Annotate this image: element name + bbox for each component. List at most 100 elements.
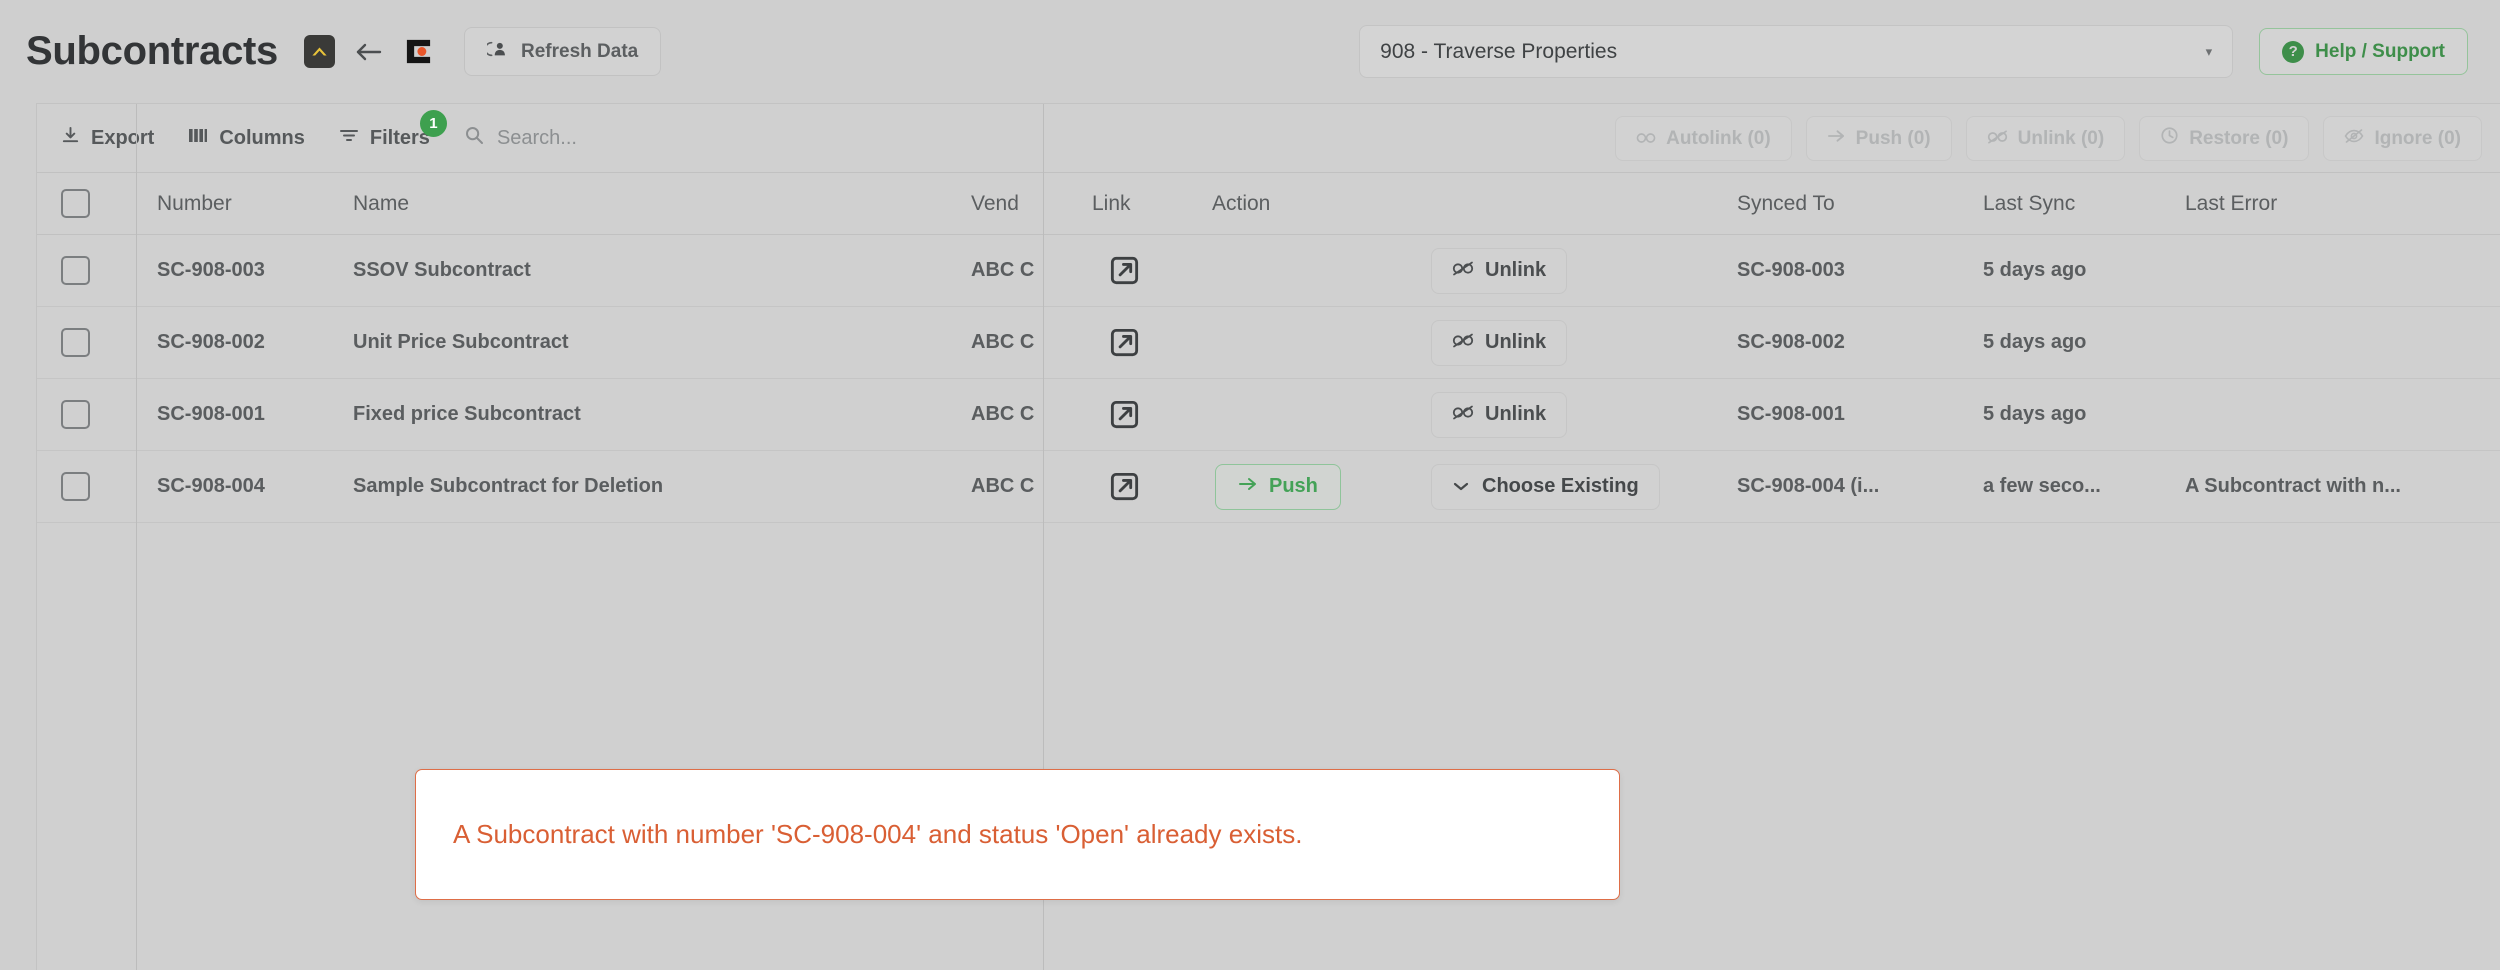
- cell-action: [1212, 379, 1412, 450]
- checkbox-box: [61, 328, 90, 357]
- unlink-row-label: Unlink: [1485, 403, 1547, 425]
- table-row[interactable]: SC-908-002 Unit Price Subcontract ABC C: [37, 307, 2500, 379]
- cell-last-error: [2185, 379, 2485, 450]
- autodesk-logo-icon[interactable]: [304, 35, 336, 68]
- table-row[interactable]: SC-908-003 SSOV Subcontract ABC C Unlink…: [37, 235, 2500, 307]
- search-input[interactable]: Search...: [464, 125, 577, 151]
- cell-last-error[interactable]: A Subcontract with n...: [2185, 451, 2495, 522]
- cell-synced-to: SC-908-003: [1737, 259, 1845, 281]
- restore-button[interactable]: Restore (0): [2139, 116, 2310, 161]
- push-row-button[interactable]: Push: [1215, 463, 1341, 510]
- column-header-blank[interactable]: [1431, 173, 1751, 234]
- arrow-left-icon[interactable]: [353, 38, 385, 66]
- column-header-number[interactable]: Number: [157, 173, 337, 234]
- cell-secondary-action: Unlink: [1431, 307, 1761, 378]
- row-checkbox[interactable]: [61, 235, 121, 306]
- cell-number: SC-908-004: [157, 475, 265, 497]
- unlink-row-button[interactable]: Unlink: [1431, 391, 1568, 438]
- unlink-bulk-button[interactable]: Unlink (0): [1965, 116, 2126, 161]
- refresh-people-icon: [484, 39, 509, 65]
- ignore-button[interactable]: Ignore (0): [2323, 116, 2482, 161]
- column-divider-checkbox: [136, 104, 137, 970]
- table-header-row: Number Name Vend Link Action Synced To L…: [37, 172, 2500, 235]
- broken-link-icon: [1452, 403, 1474, 426]
- search-icon: [464, 125, 484, 151]
- cell-vendor: ABC C: [971, 259, 1035, 281]
- external-link-icon[interactable]: [1109, 255, 1140, 286]
- cell-last-sync: 5 days ago: [1983, 331, 2087, 353]
- cell-action: [1212, 235, 1412, 306]
- link-chain-icon: [1636, 128, 1656, 150]
- cell-name: Fixed price Subcontract: [353, 403, 581, 425]
- help-support-button[interactable]: ? Help / Support: [2259, 28, 2468, 75]
- cell-link[interactable]: [1109, 307, 1169, 378]
- cell-last-error: [2185, 235, 2485, 306]
- eye-off-icon: [2344, 128, 2364, 150]
- external-link-icon[interactable]: [1109, 399, 1140, 430]
- columns-icon: [188, 127, 208, 150]
- cell-number: SC-908-003: [157, 259, 265, 281]
- filters-button[interactable]: Filters 1: [339, 109, 447, 150]
- autolink-label: Autolink (0): [1666, 127, 1771, 149]
- unlink-row-button[interactable]: Unlink: [1431, 247, 1568, 294]
- cell-vendor: ABC C: [971, 475, 1035, 497]
- grid-toolbar: Export Columns Filters 1 Search... Autol…: [37, 104, 2500, 172]
- cell-name: Sample Subcontract for Deletion: [353, 475, 664, 497]
- cell-link[interactable]: [1109, 235, 1169, 306]
- external-link-icon[interactable]: [1109, 327, 1140, 358]
- procore-logo-icon[interactable]: [403, 36, 434, 67]
- column-header-last-sync[interactable]: Last Sync: [1983, 173, 2183, 234]
- row-checkbox[interactable]: [61, 307, 121, 378]
- push-bulk-label: Push (0): [1855, 127, 1931, 149]
- checkbox-box: [61, 256, 90, 285]
- column-header-name[interactable]: Name: [353, 173, 993, 234]
- cell-synced-to: SC-908-004 (i...: [1737, 475, 1880, 497]
- column-header-last-error[interactable]: Last Error: [2185, 173, 2445, 234]
- table-row[interactable]: SC-908-004 Sample Subcontract for Deleti…: [37, 451, 2500, 523]
- autolink-button[interactable]: Autolink (0): [1615, 116, 1792, 161]
- choose-existing-label: Choose Existing: [1482, 475, 1639, 497]
- choose-existing-button[interactable]: Choose Existing: [1431, 463, 1660, 510]
- column-header-link[interactable]: Link: [1092, 173, 1202, 234]
- arrow-right-icon: [1238, 475, 1258, 498]
- select-all-checkbox[interactable]: [61, 173, 121, 234]
- filter-funnel-icon: [339, 127, 359, 150]
- row-checkbox[interactable]: [61, 379, 121, 450]
- column-header-action[interactable]: Action: [1212, 173, 1412, 234]
- external-link-icon[interactable]: [1109, 471, 1140, 502]
- unlink-row-button[interactable]: Unlink: [1431, 319, 1568, 366]
- push-row-label: Push: [1269, 475, 1318, 497]
- top-header: Subcontracts Refresh Data 908 - Traverse…: [0, 0, 2500, 103]
- project-select[interactable]: 908 - Traverse Properties ▾: [1359, 25, 2234, 78]
- unlink-row-label: Unlink: [1485, 331, 1547, 353]
- question-mark-icon: ?: [2282, 40, 2305, 63]
- cell-secondary-action: Unlink: [1431, 379, 1761, 450]
- cell-last-sync: a few seco...: [1983, 475, 2101, 497]
- cell-link[interactable]: [1109, 379, 1169, 450]
- table-row[interactable]: SC-908-001 Fixed price Subcontract ABC C: [37, 379, 2500, 451]
- bulk-action-buttons: Autolink (0) Push (0) Unlink (0) Restore…: [1615, 116, 2482, 161]
- push-bulk-button[interactable]: Push (0): [1805, 116, 1952, 161]
- chevron-down-icon: ▾: [2205, 43, 2213, 59]
- export-button[interactable]: Export: [61, 126, 154, 151]
- column-header-synced-to[interactable]: Synced To: [1737, 173, 1967, 234]
- error-message-tooltip: A Subcontract with number 'SC-908-004' a…: [415, 769, 1620, 900]
- cell-synced-to: SC-908-001: [1737, 403, 1845, 425]
- column-header-vendor[interactable]: Vend: [971, 173, 1043, 234]
- columns-button[interactable]: Columns: [188, 127, 305, 150]
- project-select-value: 908 - Traverse Properties: [1380, 39, 1618, 63]
- cell-last-error: [2185, 307, 2485, 378]
- checkbox-box: [61, 189, 90, 218]
- search-placeholder: Search...: [496, 126, 577, 149]
- integration-icons: [304, 35, 434, 68]
- checkbox-box: [61, 400, 90, 429]
- help-support-label: Help / Support: [2315, 40, 2445, 62]
- cell-link[interactable]: [1109, 451, 1169, 522]
- cell-secondary-action: Unlink: [1431, 235, 1761, 306]
- cell-action: [1212, 307, 1412, 378]
- cell-last-sync: 5 days ago: [1983, 403, 2087, 425]
- row-checkbox[interactable]: [61, 451, 121, 522]
- columns-label: Columns: [219, 126, 305, 149]
- refresh-data-button[interactable]: Refresh Data: [464, 27, 662, 76]
- filters-count-badge: 1: [419, 109, 447, 137]
